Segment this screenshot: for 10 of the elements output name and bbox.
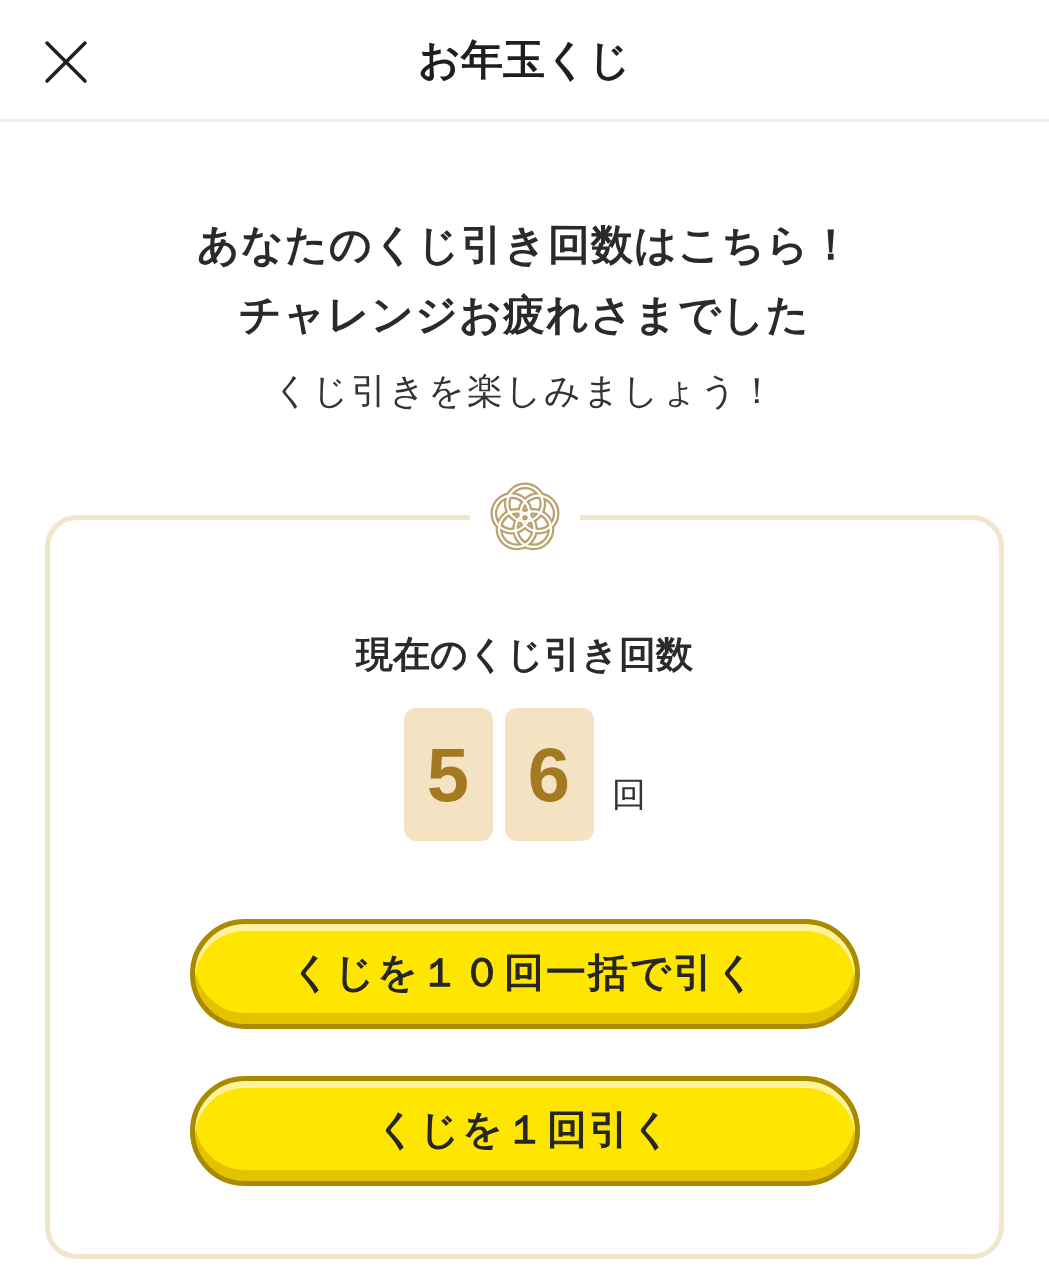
draw-button[interactable]: くじを１回引く <box>189 1076 860 1186</box>
draw-button[interactable]: くじを１０回一括で引く <box>189 919 860 1029</box>
draw-count-label: 現在のくじ引き回数 <box>354 632 694 678</box>
close-icon <box>44 40 88 84</box>
subtitle-text: くじ引きを楽しみましょう！ <box>271 369 778 413</box>
count-digit: 6 <box>504 708 594 841</box>
page-title: お年玉くじ <box>418 38 631 81</box>
count-unit: 回 <box>611 777 646 816</box>
result-heading: あなたのくじ引き回数はこちら！ チャレンジお疲れさまでした <box>195 219 854 341</box>
count-digit: 5 <box>403 708 493 841</box>
